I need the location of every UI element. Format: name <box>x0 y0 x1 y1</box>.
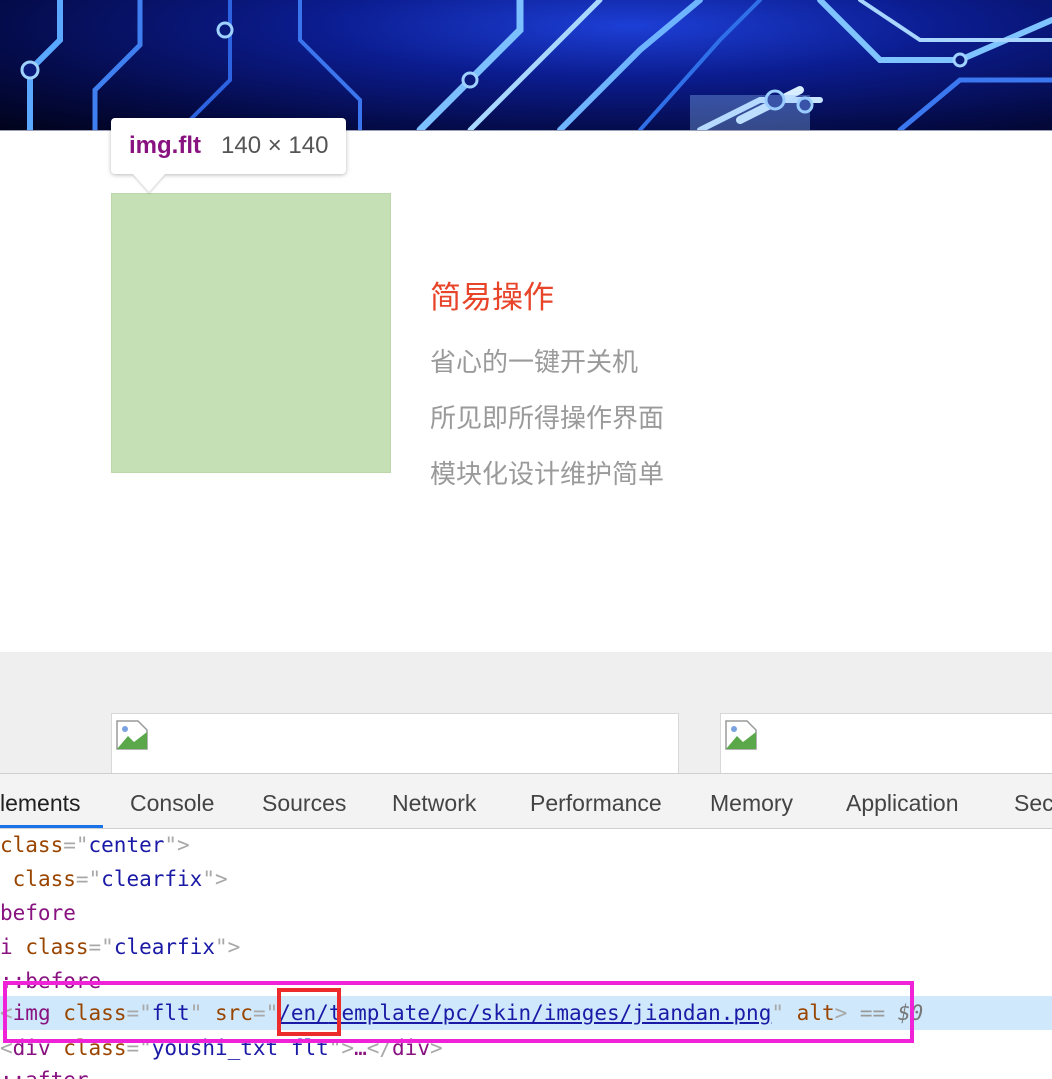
dom-node-line[interactable]: class="clearfix"> <box>0 862 1052 896</box>
tab-memory[interactable]: Memory <box>710 774 793 828</box>
tab-network[interactable]: Network <box>392 774 476 828</box>
circuit-board-graphic <box>20 0 1052 130</box>
tooltip-selector: img.flt <box>129 132 201 159</box>
feature-line-1: 省心的一键开关机 <box>430 348 639 378</box>
tab-application[interactable]: Application <box>846 774 959 828</box>
content-card-2[interactable] <box>720 713 1052 774</box>
circuit-banner-image <box>0 0 1052 131</box>
feature-title: 简易操作 <box>430 280 554 316</box>
tooltip-dimensions: 140 × 140 <box>221 132 329 159</box>
dom-node-line[interactable]: ::after <box>0 1063 1052 1079</box>
tab-elements[interactable]: lements <box>0 774 102 828</box>
feature-line-3: 模块化设计维护简单 <box>430 460 665 490</box>
devtools-tabbar: lements Console Sources Network Performa… <box>0 774 1052 829</box>
annotation-box-red <box>277 988 341 1036</box>
feature-line-2: 所见即所得操作界面 <box>430 404 665 434</box>
highlighted-image-jiandan[interactable] <box>111 193 391 473</box>
page: img.flt 140 × 140 简易操作 省心的一键开关机 所见即所得操作界… <box>0 0 1052 1079</box>
dom-node-line[interactable]: class="center"> <box>0 828 1052 862</box>
tab-console[interactable]: Console <box>130 774 214 828</box>
tab-security[interactable]: Sec <box>1014 774 1052 828</box>
dom-node-line[interactable]: before <box>0 896 1052 930</box>
annotation-box-magenta <box>3 981 914 1043</box>
content-card-1[interactable] <box>111 713 679 774</box>
broken-image-icon <box>116 720 148 750</box>
element-inspector-tooltip: img.flt 140 × 140 <box>111 118 347 174</box>
tooltip-arrow <box>133 174 165 192</box>
tab-sources[interactable]: Sources <box>262 774 346 828</box>
dom-node-line[interactable]: i class="clearfix"> <box>0 930 1052 964</box>
broken-image-icon <box>725 720 757 750</box>
tab-performance[interactable]: Performance <box>530 774 662 828</box>
